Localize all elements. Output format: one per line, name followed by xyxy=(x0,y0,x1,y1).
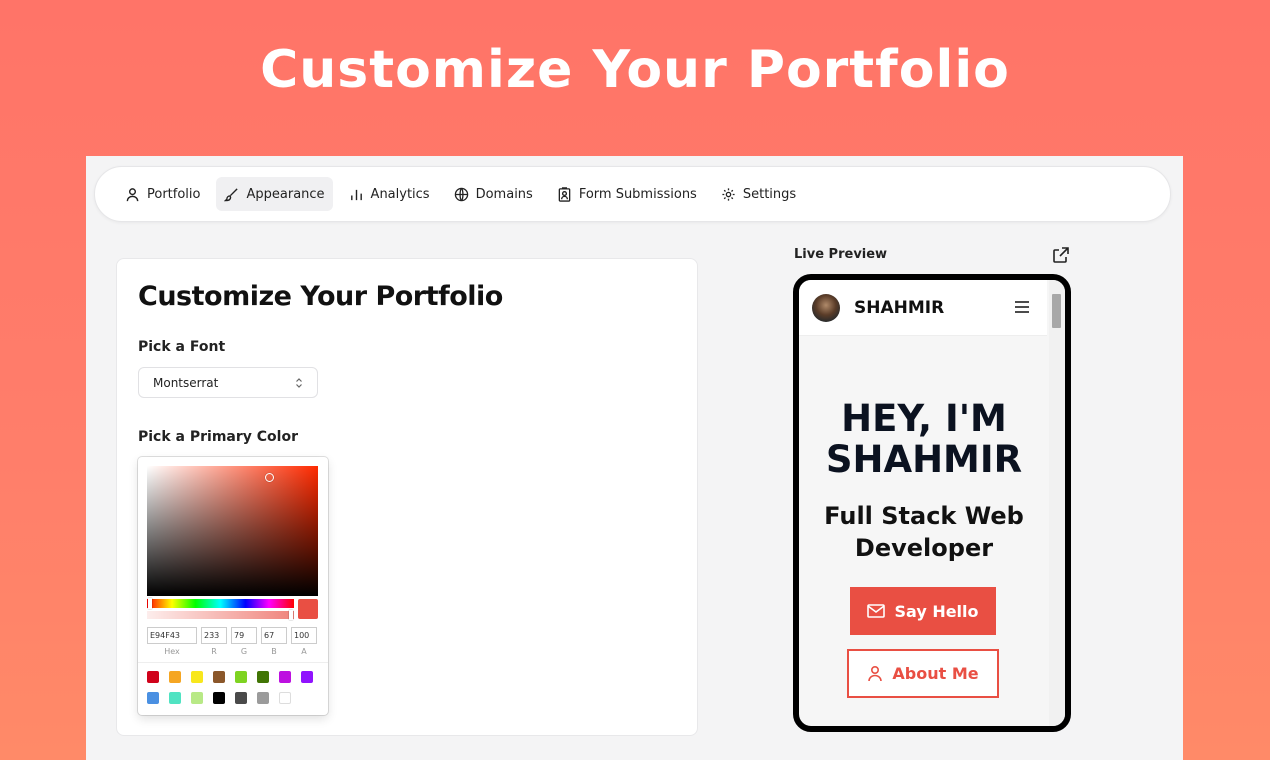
customize-card: Customize Your Portfolio Pick a Font Mon… xyxy=(116,258,698,736)
font-label: Pick a Font xyxy=(138,339,226,355)
color-picker: Hex R G B A xyxy=(138,457,328,715)
preview-scrollbar[interactable] xyxy=(1049,280,1065,726)
hamburger-menu-icon[interactable] xyxy=(1014,299,1030,315)
preview-subtitle: Full Stack Web Developer xyxy=(799,500,1049,564)
hue-knob[interactable] xyxy=(148,598,152,609)
preset-color-swatch[interactable] xyxy=(169,692,181,704)
nav-label: Settings xyxy=(742,186,797,202)
g-input[interactable] xyxy=(231,627,257,644)
gear-icon xyxy=(722,187,735,201)
current-color-swatch xyxy=(298,599,318,619)
nav-item-analytics[interactable]: Analytics xyxy=(341,177,438,211)
nav-label: Form Submissions xyxy=(578,186,697,202)
brush-icon xyxy=(224,187,239,201)
color-label: Pick a Primary Color xyxy=(138,429,298,445)
nav-label: Domains xyxy=(475,186,533,202)
preset-color-swatch[interactable] xyxy=(257,671,269,683)
dashboard-window: Portfolio Appearance Analytics Domains F… xyxy=(86,156,1183,760)
preset-color-swatch[interactable] xyxy=(235,671,247,683)
subtitle-line-1: Full Stack Web xyxy=(824,502,1024,530)
preset-color-swatch[interactable] xyxy=(191,671,203,683)
nav-item-appearance[interactable]: Appearance xyxy=(216,177,333,211)
nav-label: Analytics xyxy=(370,186,430,202)
preset-color-swatch[interactable] xyxy=(279,671,291,683)
preset-color-swatch[interactable] xyxy=(147,692,159,704)
say-hello-label: Say Hello xyxy=(894,601,979,621)
hex-label: Hex xyxy=(164,647,180,656)
external-link-icon[interactable] xyxy=(1051,245,1071,265)
nav-item-settings[interactable]: Settings xyxy=(713,177,804,211)
card-title: Customize Your Portfolio xyxy=(138,281,503,312)
preset-color-swatch[interactable] xyxy=(169,671,181,683)
nav-label: Portfolio xyxy=(147,186,201,202)
font-select-value: Montserrat xyxy=(153,375,219,390)
form-icon xyxy=(558,186,571,202)
mail-icon xyxy=(867,604,886,618)
a-label: A xyxy=(301,647,307,656)
headline-line-2: SHAHMIR xyxy=(825,438,1023,481)
preset-swatches xyxy=(138,662,328,704)
phone-preview: SHAHMIR HEY, I'M SHAHMIR Full Stack Web … xyxy=(793,274,1071,732)
live-preview-label: Live Preview xyxy=(794,247,888,262)
b-input[interactable] xyxy=(261,627,287,644)
nav-item-portfolio[interactable]: Portfolio xyxy=(117,177,208,211)
nav-label: Appearance xyxy=(246,186,325,202)
preset-color-swatch[interactable] xyxy=(257,692,269,704)
alpha-knob[interactable] xyxy=(289,610,293,620)
a-input[interactable] xyxy=(291,627,317,644)
hue-slider[interactable] xyxy=(147,598,294,609)
preset-color-swatch[interactable] xyxy=(279,692,291,704)
bar-chart-icon xyxy=(350,189,362,200)
avatar xyxy=(812,293,840,322)
user-icon xyxy=(126,187,139,201)
hex-input[interactable] xyxy=(147,627,197,644)
preset-color-swatch[interactable] xyxy=(191,692,203,704)
color-fields: Hex R G B A xyxy=(147,627,317,656)
font-select[interactable]: Montserrat xyxy=(138,367,318,398)
saturation-area[interactable] xyxy=(147,466,318,596)
preview-site-name: SHAHMIR xyxy=(854,297,945,318)
preset-color-swatch[interactable] xyxy=(213,671,225,683)
nav-item-form-submissions[interactable]: Form Submissions xyxy=(549,177,705,211)
saturation-cursor[interactable] xyxy=(265,473,274,482)
preview-header: SHAHMIR xyxy=(799,280,1047,336)
hero-title: Customize Your Portfolio xyxy=(260,40,1010,100)
user-icon xyxy=(868,665,883,682)
scroll-thumb[interactable] xyxy=(1052,294,1061,328)
about-me-button[interactable]: About Me xyxy=(847,649,999,698)
alpha-slider[interactable] xyxy=(147,610,294,620)
b-label: B xyxy=(271,647,277,656)
subtitle-line-2: Developer xyxy=(854,534,994,562)
preset-color-swatch[interactable] xyxy=(213,692,225,704)
g-label: G xyxy=(240,647,248,656)
preset-color-swatch[interactable] xyxy=(235,692,247,704)
r-input[interactable] xyxy=(201,627,227,644)
globe-icon xyxy=(454,187,468,201)
r-label: R xyxy=(211,647,217,656)
preview-headline: HEY, I'M SHAHMIR xyxy=(799,398,1049,480)
headline-line-1: HEY, I'M xyxy=(841,397,1007,440)
preset-color-swatch[interactable] xyxy=(147,671,159,683)
say-hello-button[interactable]: Say Hello xyxy=(850,587,996,635)
nav-item-domains[interactable]: Domains xyxy=(446,177,541,211)
preset-color-swatch[interactable] xyxy=(301,671,313,683)
top-navigation: Portfolio Appearance Analytics Domains F… xyxy=(94,166,1171,222)
about-me-label: About Me xyxy=(892,664,979,683)
chevron-updown-icon xyxy=(296,377,302,388)
